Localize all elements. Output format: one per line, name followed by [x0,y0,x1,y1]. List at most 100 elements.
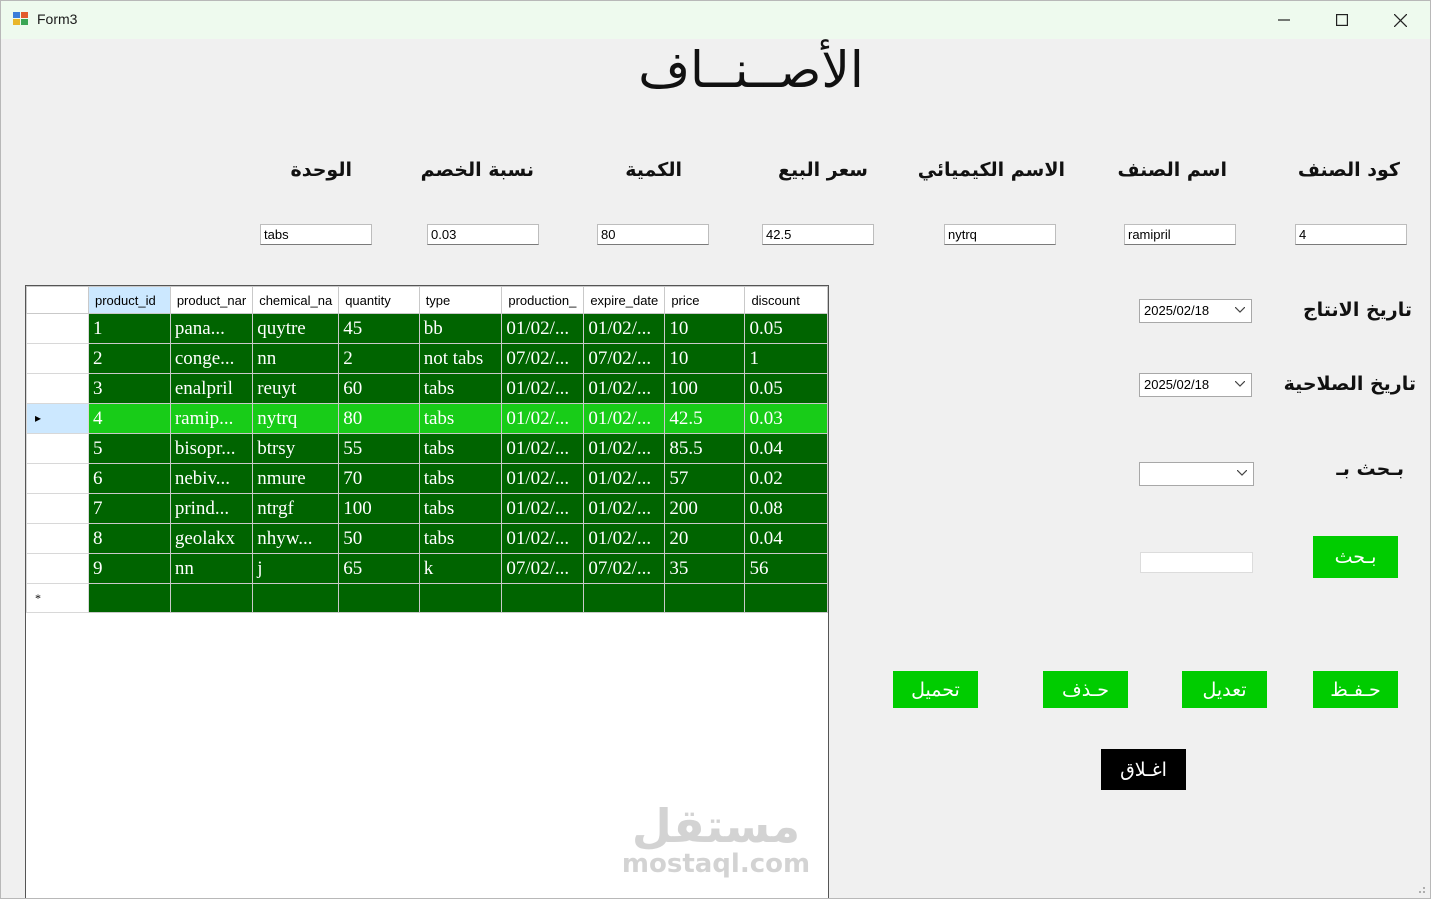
table-cell[interactable]: 01/02/... [583,463,666,494]
minimize-button[interactable] [1255,1,1313,39]
table-cell[interactable]: 45 [338,313,420,344]
quantity-input[interactable]: 80 [597,224,709,245]
table-cell[interactable]: 0.04 [744,523,828,554]
column-header-expire-date[interactable]: expire_date [583,286,666,314]
column-header-type[interactable]: type [418,286,503,314]
table-cell[interactable]: bb [418,313,503,344]
table-row[interactable]: 3 enalpril reuyt 60 tabs 01/02/... 01/02/... 10… [26,373,828,404]
table-row[interactable]: 5 bisopr... btrsy 55 tabs 01/02/... 01/02/... 8… [26,433,828,464]
table-cell[interactable]: 6 [88,463,171,494]
search-input[interactable] [1140,552,1253,573]
table-cell[interactable]: 01/02/... [501,523,585,554]
table-cell[interactable]: 01/02/... [583,433,666,464]
table-cell[interactable]: 01/02/... [501,433,585,464]
table-cell[interactable]: ntrgf [252,493,340,524]
table-cell[interactable]: 07/02/... [583,343,666,374]
table-cell[interactable]: 0.08 [744,493,828,524]
table-cell[interactable]: j [252,553,340,584]
table-row[interactable]: 8 geolakx nhyw... 50 tabs 01/02/... 01/02/... 2… [26,523,828,554]
table-cell[interactable]: 57 [664,463,746,494]
table-cell[interactable]: 07/02/... [501,553,585,584]
product-code-input[interactable]: 4 [1295,224,1407,245]
table-cell[interactable]: 07/02/... [501,343,585,374]
table-cell[interactable]: pana... [169,313,254,344]
column-header-discount[interactable]: discount [744,286,828,314]
table-cell[interactable]: enalpril [169,373,254,404]
column-header-price[interactable]: price [664,286,746,314]
unit-input[interactable]: tabs [260,224,372,245]
row-header[interactable] [26,343,89,374]
table-cell[interactable]: tabs [418,403,503,434]
table-cell[interactable]: 42.5 [664,403,746,434]
product-name-input[interactable]: ramipril [1124,224,1236,245]
table-cell[interactable]: 4 [88,403,171,434]
new-row-cell[interactable] [418,583,503,613]
table-cell[interactable]: nytrq [252,403,340,434]
row-header[interactable] [26,313,89,344]
table-cell[interactable]: 70 [338,463,420,494]
table-cell[interactable]: 01/02/... [583,373,666,404]
table-cell[interactable]: 60 [338,373,420,404]
load-button[interactable]: تحميل [893,671,978,708]
table-cell[interactable]: 80 [338,403,420,434]
table-cell[interactable]: 0.03 [744,403,828,434]
table-row[interactable]: ▸ 4 ramip... nytrq 80 tabs 01/02/... 01/02/... 4… [26,403,828,434]
table-cell[interactable]: 5 [88,433,171,464]
table-cell[interactable]: 0.05 [744,313,828,344]
resize-grip-icon[interactable] [1416,884,1426,894]
table-cell[interactable]: 07/02/... [583,553,666,584]
table-cell[interactable]: 0.05 [744,373,828,404]
discount-input[interactable]: 0.03 [427,224,539,245]
table-cell[interactable]: nn [252,343,340,374]
column-header-product-id[interactable]: product_id [88,286,171,314]
delete-button[interactable]: حـذف [1043,671,1128,708]
table-row[interactable]: 9 nn j 65 k 07/02/... 07/02/... 35 56 [26,553,828,584]
table-cell[interactable]: 2 [338,343,420,374]
table-cell[interactable]: nhyw... [252,523,340,554]
table-cell[interactable]: nn [169,553,254,584]
new-row-cell[interactable] [744,583,828,613]
maximize-button[interactable] [1313,1,1371,39]
table-cell[interactable]: 10 [664,313,746,344]
table-cell[interactable]: nebiv... [169,463,254,494]
title-bar[interactable]: Form3 [1,1,1430,39]
table-cell[interactable]: 20 [664,523,746,554]
row-header[interactable] [26,373,89,404]
row-header[interactable] [26,463,89,494]
table-row[interactable]: 1 pana... quytre 45 bb 01/02/... 01/02/... 10 0.… [26,313,828,344]
table-cell[interactable]: 100 [664,373,746,404]
search-by-select[interactable] [1139,462,1254,486]
new-row-cell[interactable] [88,583,171,613]
table-cell[interactable]: 01/02/... [501,313,585,344]
table-cell[interactable]: tabs [418,433,503,464]
table-cell[interactable]: nmure [252,463,340,494]
table-cell[interactable]: 2 [88,343,171,374]
new-row[interactable]: * [26,583,828,613]
table-cell[interactable]: tabs [418,373,503,404]
search-button[interactable]: بـحث [1313,536,1398,578]
table-cell[interactable]: 01/02/... [583,493,666,524]
table-cell[interactable]: 35 [664,553,746,584]
table-cell[interactable]: 56 [744,553,828,584]
row-header-corner[interactable] [26,286,89,314]
table-cell[interactable]: bisopr... [169,433,254,464]
table-row[interactable]: 7 prind... ntrgf 100 tabs 01/02/... 01/02/... 2… [26,493,828,524]
table-cell[interactable]: 85.5 [664,433,746,464]
table-cell[interactable]: tabs [418,463,503,494]
table-cell[interactable]: 10 [664,343,746,374]
row-header[interactable] [26,433,89,464]
table-cell[interactable]: not tabs [418,343,503,374]
row-header[interactable] [26,553,89,584]
table-cell[interactable]: conge... [169,343,254,374]
table-cell[interactable]: btrsy [252,433,340,464]
new-row-header[interactable]: * [26,583,89,613]
table-cell[interactable]: 01/02/... [583,313,666,344]
new-row-cell[interactable] [583,583,666,613]
save-button[interactable]: حـفـظ [1313,671,1398,708]
table-cell[interactable]: 8 [88,523,171,554]
expiry-date-picker[interactable]: 2025/02/18 [1139,373,1252,397]
new-row-cell[interactable] [252,583,340,613]
table-cell[interactable]: 200 [664,493,746,524]
table-cell[interactable]: 01/02/... [501,373,585,404]
table-row[interactable]: 6 nebiv... nmure 70 tabs 01/02/... 01/02/... 57… [26,463,828,494]
